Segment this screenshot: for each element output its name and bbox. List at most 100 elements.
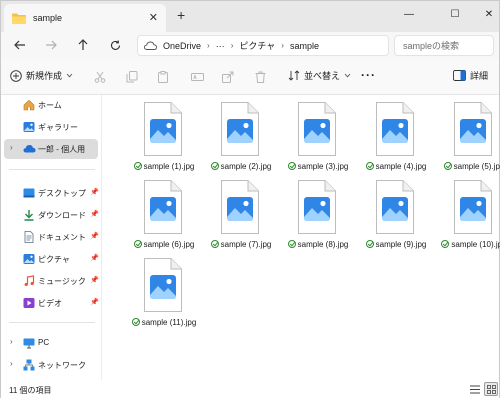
share-icon[interactable]	[221, 70, 235, 84]
file-item[interactable]: sample (2).jpg	[200, 98, 274, 178]
minimize-button[interactable]: —	[391, 3, 427, 25]
network-icon	[23, 359, 35, 371]
list-view-icon	[470, 385, 480, 393]
sidebar-item-label: ギャラリー	[38, 123, 78, 132]
paste-icon[interactable]	[156, 70, 170, 84]
refresh-icon	[110, 40, 120, 50]
delete-icon[interactable]	[253, 70, 267, 84]
image-file-icon	[298, 180, 336, 234]
sidebar-item-onedrive[interactable]: › 一郎 - 個人用	[4, 139, 98, 159]
file-item[interactable]: sample (3).jpg	[277, 98, 351, 178]
forward-button[interactable]	[43, 37, 59, 53]
tab-sample[interactable]: sample ✕	[4, 4, 166, 32]
file-name: sample (3).jpg	[277, 162, 359, 171]
chevron-right-icon[interactable]: ›	[10, 337, 13, 346]
cut-icon[interactable]	[93, 70, 107, 84]
search-box[interactable]: sampleの検索	[394, 35, 494, 56]
maximize-button[interactable]: ☐	[437, 3, 473, 25]
sync-status-icon	[131, 318, 140, 326]
tab-close-button[interactable]: ✕	[149, 11, 158, 24]
breadcrumb-onedrive[interactable]: OneDrive	[163, 41, 201, 51]
pin-icon[interactable]: 📌	[90, 276, 99, 284]
copy-icon[interactable]	[125, 70, 139, 84]
sort-label: 並べ替え	[304, 71, 341, 81]
sidebar-item-label: ダウンロード	[38, 211, 86, 220]
breadcrumb-overflow[interactable]: ···	[216, 41, 225, 51]
sidebar-item-documents[interactable]: ドキュメント 📌	[1, 227, 101, 247]
file-item[interactable]: sample (8).jpg	[277, 176, 351, 256]
video-icon	[23, 297, 35, 309]
sidebar-item-label: ホーム	[38, 101, 62, 110]
pin-icon[interactable]: 📌	[90, 298, 99, 306]
file-name: sample (5).jpg	[433, 162, 500, 171]
new-button-label: 新規作成	[26, 71, 63, 81]
file-item[interactable]: sample (10).jpg	[433, 176, 500, 256]
file-item[interactable]: sample (6).jpg	[123, 176, 197, 256]
sidebar-divider	[9, 322, 95, 323]
rename-icon[interactable]	[190, 70, 204, 84]
sidebar-divider	[9, 169, 95, 170]
icons-view-button[interactable]	[484, 382, 498, 396]
sidebar-item-videos[interactable]: ビデオ 📌	[1, 293, 101, 313]
pin-icon[interactable]: 📌	[90, 232, 99, 240]
file-item[interactable]: sample (1).jpg	[123, 98, 197, 178]
up-button[interactable]	[75, 37, 91, 53]
music-icon	[23, 275, 35, 287]
sync-status-icon	[287, 240, 296, 248]
sidebar-item-music[interactable]: ミュージック 📌	[1, 271, 101, 291]
new-tab-button[interactable]: +	[177, 8, 185, 22]
breadcrumb-separator: ›	[230, 41, 234, 50]
image-file-icon	[454, 102, 492, 156]
more-options-button[interactable]: ···	[361, 68, 376, 82]
refresh-button[interactable]	[107, 37, 123, 53]
image-file-icon	[221, 102, 259, 156]
command-bar: 新規作成 並べ替え ··· 詳細	[1, 59, 499, 95]
close-window-button[interactable]: ✕	[471, 3, 500, 25]
sidebar-item-label: ピクチャ	[38, 255, 70, 264]
chevron-right-icon[interactable]: ›	[10, 359, 13, 368]
sidebar-item-pc[interactable]: › PC	[1, 333, 101, 353]
breadcrumb-pictures[interactable]: ピクチャ	[239, 39, 275, 52]
pc-icon	[23, 337, 35, 349]
item-count: 11 個の項目	[9, 386, 52, 395]
sidebar-item-network[interactable]: › ネットワーク	[1, 355, 101, 375]
file-name-text: sample (1).jpg	[143, 162, 195, 171]
sidebar-item-desktop[interactable]: デスクトップ 📌	[1, 183, 101, 203]
sidebar-item-home[interactable]: ホーム	[1, 95, 101, 115]
file-name-text: sample (10).jpg	[451, 240, 500, 249]
pin-icon[interactable]: 📌	[90, 254, 99, 262]
gallery-icon	[23, 121, 35, 133]
file-name: sample (7).jpg	[200, 240, 282, 249]
sidebar-item-downloads[interactable]: ダウンロード 📌	[1, 205, 101, 225]
chevron-right-icon[interactable]: ›	[10, 143, 13, 152]
file-item[interactable]: sample (11).jpg	[123, 254, 197, 334]
file-name-text: sample (7).jpg	[220, 240, 272, 249]
file-item[interactable]: sample (5).jpg	[433, 98, 500, 178]
sidebar-item-label: PC	[38, 338, 50, 347]
tab-title: sample	[33, 13, 63, 23]
file-item[interactable]: sample (9).jpg	[355, 176, 429, 256]
back-button[interactable]	[12, 37, 28, 53]
folder-icon	[12, 13, 26, 24]
details-button[interactable]: 詳細	[453, 69, 488, 82]
sidebar-item-pictures[interactable]: ピクチャ 📌	[1, 249, 101, 269]
file-name: sample (11).jpg	[123, 318, 205, 327]
sort-button[interactable]: 並べ替え	[288, 69, 351, 82]
file-name: sample (4).jpg	[355, 162, 437, 171]
sync-status-icon	[443, 162, 452, 170]
image-file-icon	[144, 102, 182, 156]
pin-icon[interactable]: 📌	[90, 188, 99, 196]
file-name: sample (10).jpg	[433, 240, 500, 249]
details-view-button[interactable]	[468, 382, 482, 396]
breadcrumb-sample[interactable]: sample	[290, 41, 319, 51]
file-item[interactable]: sample (4).jpg	[355, 98, 429, 178]
address-bar[interactable]: OneDrive › ··· › ピクチャ › sample	[137, 35, 389, 56]
file-item[interactable]: sample (7).jpg	[200, 176, 274, 256]
pin-icon[interactable]: 📌	[90, 210, 99, 218]
new-button[interactable]: 新規作成	[10, 69, 73, 82]
sidebar-item-gallery[interactable]: ギャラリー	[1, 117, 101, 137]
sync-status-icon	[133, 162, 142, 170]
image-file-icon	[454, 180, 492, 234]
navigation-bar: OneDrive › ··· › ピクチャ › sample sampleの検索	[1, 32, 499, 59]
download-icon	[23, 209, 35, 221]
